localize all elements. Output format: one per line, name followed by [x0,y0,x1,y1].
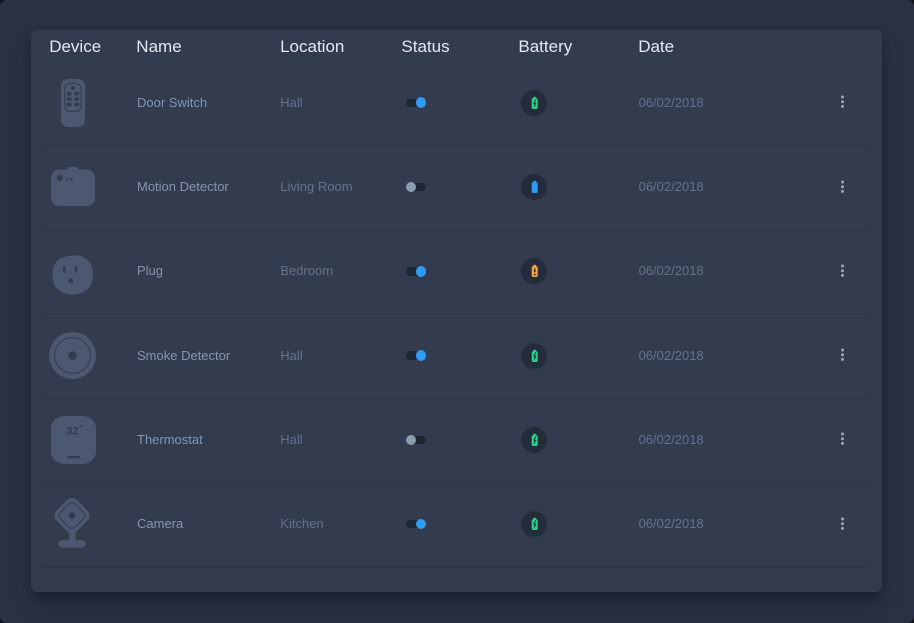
svg-text:32: 32 [66,425,78,437]
